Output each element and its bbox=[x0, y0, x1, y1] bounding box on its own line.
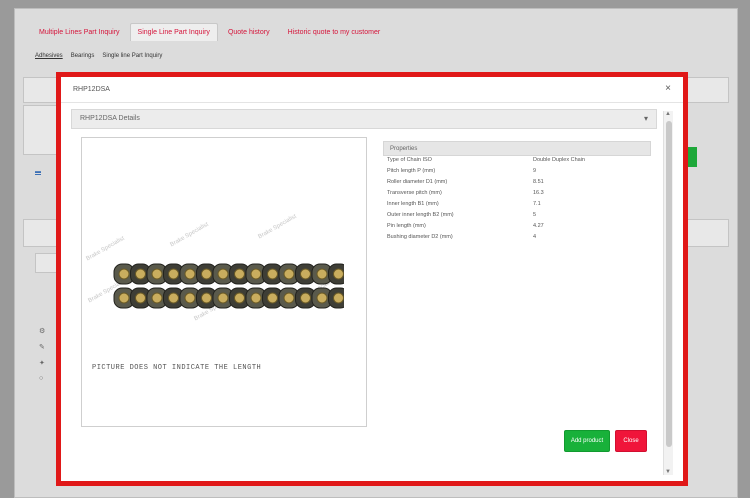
roller-chain-image bbox=[113, 263, 344, 309]
property-name: Transverse pitch (mm) bbox=[387, 190, 442, 196]
property-name: Type of Chain ISO bbox=[387, 157, 432, 163]
subtab-adhesives[interactable]: Adhesives bbox=[35, 53, 63, 59]
modal-title: RHP12DSA bbox=[73, 86, 110, 93]
modal-scrollbar[interactable]: ▲ ▼ bbox=[663, 111, 673, 475]
watermark-text: Brake Specialist bbox=[257, 213, 298, 241]
chain-roller bbox=[267, 292, 278, 304]
watermark-text: Brake Specialist bbox=[85, 235, 126, 263]
comment-icon[interactable]: ○ bbox=[39, 375, 43, 382]
product-detail-modal: RHP12DSA × RHP12DSA Details ▾ ▲ ▼ Brake … bbox=[56, 72, 688, 486]
chain-roller bbox=[267, 268, 278, 280]
property-name: Inner length B1 (mm) bbox=[387, 201, 439, 207]
chain-roller bbox=[135, 292, 146, 304]
property-name: Pin length (mm) bbox=[387, 223, 426, 229]
subtab-bearings[interactable]: Bearings bbox=[71, 53, 95, 59]
property-name: Outer inner length B2 (mm) bbox=[387, 212, 454, 218]
chain-roller bbox=[118, 292, 130, 304]
chain-roller bbox=[316, 292, 328, 304]
pencil-icon[interactable]: ✎ bbox=[39, 343, 45, 351]
tab-historic-quote[interactable]: Historic quote to my customer bbox=[280, 23, 389, 41]
close-button[interactable]: Close bbox=[615, 430, 647, 452]
product-image: Brake Specialist Brake Specialist Brake … bbox=[81, 137, 367, 427]
chain-roller bbox=[168, 292, 179, 304]
property-row: Bushing diameter D2 (mm) 4 bbox=[383, 234, 651, 244]
pin-icon[interactable]: ✦ bbox=[39, 359, 45, 367]
modal-header: RHP12DSA × bbox=[61, 77, 683, 103]
chain-roller bbox=[234, 268, 245, 280]
property-row: Inner length B1 (mm) 7.1 bbox=[383, 201, 651, 211]
chain-roller bbox=[184, 292, 196, 304]
close-icon[interactable]: × bbox=[665, 83, 671, 94]
property-row: Transverse pitch (mm) 16.3 bbox=[383, 190, 651, 200]
details-accordion-header[interactable]: RHP12DSA Details ▾ bbox=[71, 109, 657, 129]
chevron-down-icon[interactable]: ▾ bbox=[644, 114, 648, 123]
chain-roller bbox=[234, 292, 245, 304]
scrollbar-thumb[interactable] bbox=[666, 121, 672, 447]
properties-panel: Properties Type of Chain ISO Double Duple… bbox=[383, 141, 651, 244]
property-value: 7.1 bbox=[533, 201, 541, 207]
properties-header: Properties bbox=[383, 141, 651, 156]
watermark-text: Brake Specialist bbox=[169, 221, 210, 249]
tab-single-line[interactable]: Single Line Part Inquiry bbox=[129, 23, 218, 41]
inquiry-tabs: Multiple Lines Part Inquiry Single Line … bbox=[31, 23, 388, 41]
property-row: Outer inner length B2 (mm) 5 bbox=[383, 212, 651, 222]
property-value: Double Duplex Chain bbox=[533, 157, 585, 163]
accordion-title: RHP12DSA Details bbox=[80, 115, 140, 122]
property-value: 4.27 bbox=[533, 223, 544, 229]
chain-roller bbox=[217, 268, 229, 280]
subtab-single-line[interactable]: Single line Part Inquiry bbox=[102, 53, 162, 59]
add-product-button[interactable]: Add product bbox=[564, 430, 610, 452]
property-row: Pin length (mm) 4.27 bbox=[383, 223, 651, 233]
property-row: Type of Chain ISO Double Duplex Chain bbox=[383, 157, 651, 167]
property-row: Roller diameter D1 (mm) 8.51 bbox=[383, 179, 651, 189]
chain-roller bbox=[201, 268, 212, 280]
property-value: 9 bbox=[533, 168, 537, 174]
properties-list: Type of Chain ISO Double Duplex Chain Pitc… bbox=[383, 157, 651, 244]
chain-roller bbox=[283, 292, 295, 304]
chain-roller bbox=[300, 292, 311, 304]
property-name: Bushing diameter D2 (mm) bbox=[387, 234, 453, 240]
chain-roller bbox=[316, 268, 328, 280]
scroll-down-arrow[interactable]: ▼ bbox=[665, 469, 671, 475]
property-name: Pitch length P (mm) bbox=[387, 168, 436, 174]
chain-roller bbox=[151, 268, 163, 280]
property-value: 4 bbox=[533, 234, 537, 240]
chain-roller bbox=[217, 292, 229, 304]
settings-icon[interactable]: ⚙ bbox=[39, 327, 45, 335]
chain-roller bbox=[151, 292, 163, 304]
chain-roller bbox=[201, 292, 212, 304]
chain-roller bbox=[135, 268, 146, 280]
tab-multiple-lines[interactable]: Multiple Lines Part Inquiry bbox=[31, 23, 128, 41]
chain-roller bbox=[250, 292, 262, 304]
chain-roller bbox=[300, 268, 311, 280]
chain-roller bbox=[168, 268, 179, 280]
image-caption: PICTURE DOES NOT INDICATE THE LENGTH bbox=[92, 364, 262, 372]
property-value: 16.3 bbox=[533, 190, 544, 196]
background-link[interactable]: ▬ bbox=[35, 169, 41, 175]
scroll-up-arrow[interactable]: ▲ bbox=[665, 111, 671, 117]
tab-quote-history[interactable]: Quote history bbox=[220, 23, 278, 41]
property-name: Roller diameter D1 (mm) bbox=[387, 179, 448, 185]
category-subtabs: Adhesives Bearings Single line Part Inqu… bbox=[35, 53, 162, 59]
chain-roller bbox=[283, 268, 295, 280]
background-green-button[interactable] bbox=[687, 147, 697, 167]
property-value: 8.51 bbox=[533, 179, 544, 185]
chain-roller bbox=[184, 268, 196, 280]
chain-roller bbox=[250, 268, 262, 280]
chain-roller bbox=[118, 268, 130, 280]
chain-roller bbox=[333, 292, 344, 304]
chain-roller bbox=[333, 268, 344, 280]
property-row: Pitch length P (mm) 9 bbox=[383, 168, 651, 178]
property-value: 5 bbox=[533, 212, 537, 218]
